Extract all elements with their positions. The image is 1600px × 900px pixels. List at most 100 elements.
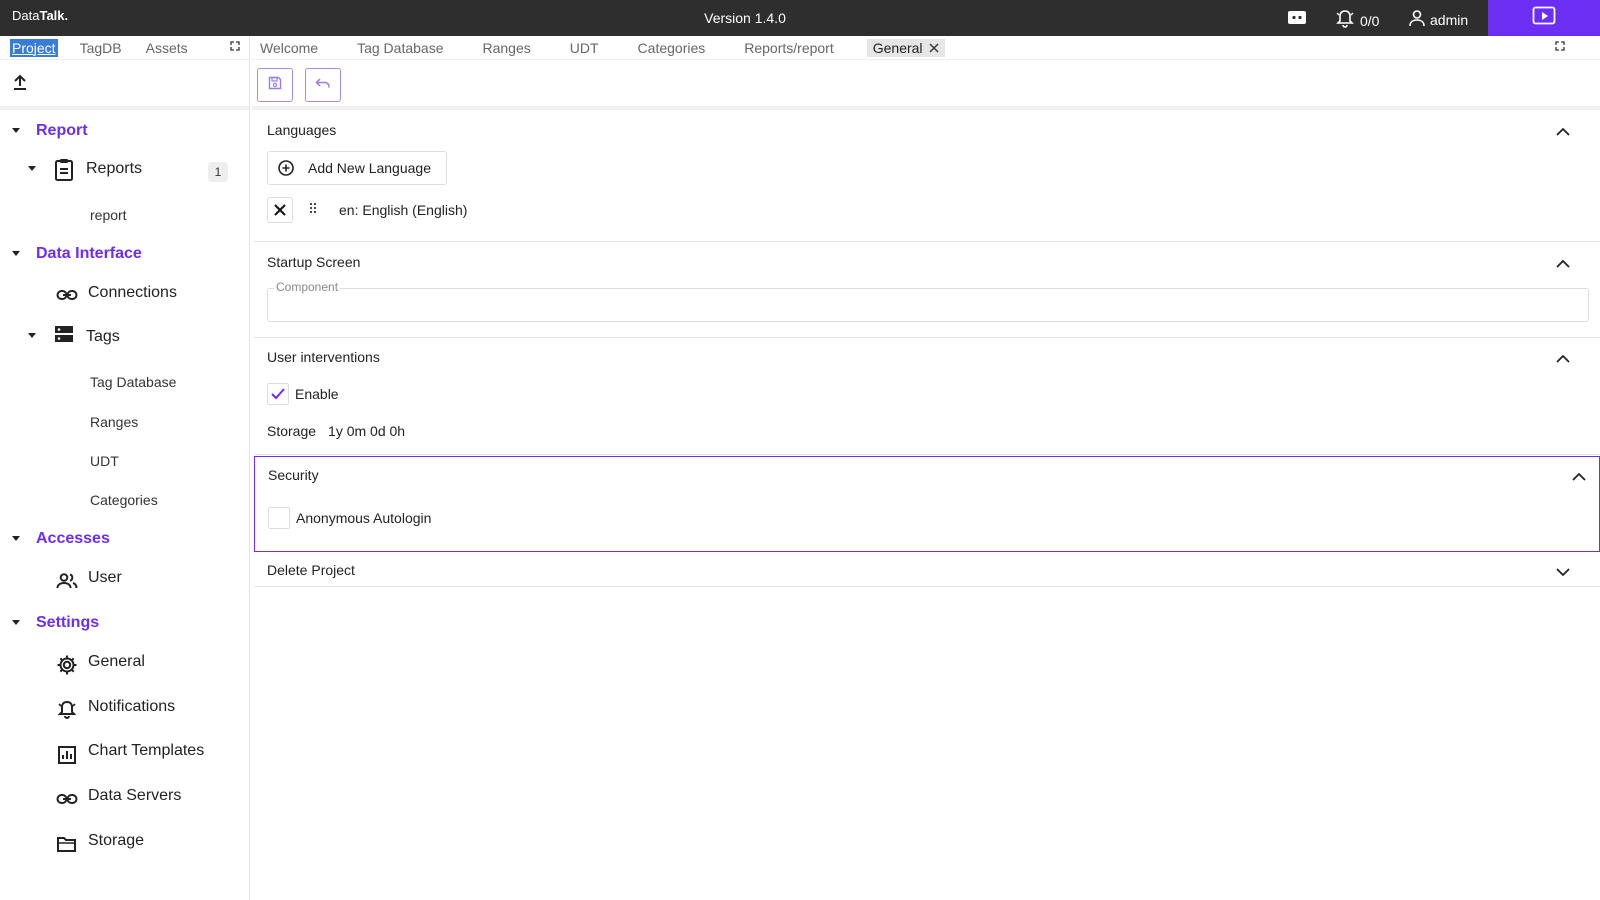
person-icon [1408, 9, 1426, 30]
tab-general[interactable]: General [866, 38, 945, 57]
storage-label: Storage [267, 423, 317, 439]
tree-section-data-interface[interactable]: Data Interface [36, 245, 142, 263]
startup-screen-panel: Startup Screen Component [254, 243, 1600, 338]
delete-project-title[interactable]: Delete Project [267, 562, 355, 578]
folder-icon [56, 835, 78, 858]
tab-welcome[interactable]: Welcome [260, 40, 318, 56]
people-icon [56, 573, 78, 594]
enable-checkbox-row[interactable]: Enable [267, 383, 339, 405]
user-name: admin [1430, 11, 1469, 28]
drag-handle-icon[interactable] [309, 201, 317, 219]
user-interventions-title[interactable]: User interventions [267, 349, 380, 365]
save-icon [268, 76, 282, 95]
chevron-up-icon[interactable] [1572, 469, 1586, 487]
version-label: Version 1.4.0 [704, 10, 786, 26]
expand-icon[interactable] [1554, 39, 1566, 55]
tree-item-storage[interactable]: Storage [88, 832, 144, 850]
expand-caret-icon[interactable] [12, 128, 20, 133]
tree-item-connections[interactable]: Connections [88, 284, 177, 302]
expand-icon[interactable] [229, 39, 241, 55]
tree-leaf-ranges[interactable]: Ranges [90, 414, 138, 430]
link-icon [56, 792, 78, 811]
tree-item-reports[interactable]: Reports [86, 160, 142, 178]
anonymous-autologin-checkbox[interactable] [268, 507, 290, 529]
bell-icon [1334, 9, 1356, 32]
undo-icon [315, 76, 331, 94]
tree-item-chart-templates[interactable]: Chart Templates [88, 742, 204, 760]
sidebar-tabs: Project TagDB Assets [0, 36, 249, 60]
add-language-label: Add New Language [308, 160, 431, 176]
save-button[interactable] [257, 68, 293, 102]
top-bar: DataTalk. Version 1.4.0 0/0 admin [0, 0, 1600, 36]
chevron-up-icon[interactable] [1556, 256, 1570, 274]
expand-caret-icon[interactable] [12, 251, 20, 256]
security-title[interactable]: Security [268, 467, 319, 483]
tab-tagdb[interactable]: TagDB [78, 39, 124, 57]
tree-section-report[interactable]: Report [36, 122, 88, 140]
add-circle-icon [278, 160, 294, 176]
tree-leaf-udt[interactable]: UDT [90, 453, 119, 469]
component-field[interactable]: Component [267, 280, 1589, 322]
component-label: Component [274, 280, 341, 294]
languages-title[interactable]: Languages [267, 122, 336, 138]
tab-assets[interactable]: Assets [144, 39, 190, 57]
link-icon [56, 288, 78, 307]
storage-row: Storage 1y 0m 0d 0h [267, 423, 405, 439]
tree-item-tags[interactable]: Tags [86, 328, 120, 346]
enable-checkbox[interactable] [267, 383, 289, 405]
tree-section-accesses[interactable]: Accesses [36, 530, 110, 548]
expand-caret-icon[interactable] [28, 166, 36, 171]
close-icon[interactable] [929, 40, 939, 56]
startup-screen-title[interactable]: Startup Screen [267, 254, 360, 270]
storage-rack-icon [54, 324, 74, 349]
chat-icon[interactable] [1286, 8, 1308, 33]
chevron-down-icon[interactable] [1556, 564, 1570, 582]
run-button[interactable] [1488, 0, 1600, 36]
expand-caret-icon[interactable] [12, 620, 20, 625]
tab-project[interactable]: Project [10, 38, 58, 57]
alarms-count: 0/0 [1360, 12, 1380, 29]
anonymous-autologin-row[interactable]: Anonymous Autologin [268, 507, 431, 529]
delete-project-panel: Delete Project [254, 552, 1600, 587]
security-panel: Security Anonymous Autologin [254, 456, 1600, 552]
language-row: en: English (English) [267, 197, 467, 223]
tree-item-general[interactable]: General [88, 653, 145, 671]
add-language-button[interactable]: Add New Language [267, 151, 447, 185]
tab-reports-report[interactable]: Reports/report [744, 40, 833, 56]
tree-leaf-categories[interactable]: Categories [90, 492, 158, 508]
expand-caret-icon[interactable] [12, 536, 20, 541]
undo-button[interactable] [305, 68, 341, 102]
project-sidebar: Project TagDB Assets Report Reports 1 re… [0, 36, 250, 900]
tab-tag-database[interactable]: Tag Database [357, 40, 443, 56]
tree-item-notifications[interactable]: Notifications [88, 698, 175, 716]
user-interventions-panel: User interventions Enable Storage 1y 0m … [254, 339, 1600, 455]
play-icon [1532, 6, 1556, 31]
reports-count-badge: 1 [208, 162, 228, 182]
check-icon [271, 388, 285, 400]
expand-caret-icon[interactable] [28, 333, 36, 338]
editor-area: Welcome Tag Database Ranges UDT Categori… [252, 36, 1600, 900]
upload-toolbar [0, 60, 249, 110]
tree-leaf-report[interactable]: report [90, 207, 127, 223]
user-menu[interactable]: admin [1408, 9, 1468, 30]
tab-ranges[interactable]: Ranges [483, 40, 531, 56]
editor-tabs: Welcome Tag Database Ranges UDT Categori… [252, 36, 1600, 60]
remove-language-button[interactable] [267, 197, 293, 223]
storage-value[interactable]: 1y 0m 0d 0h [328, 423, 405, 439]
alarms-indicator[interactable]: 0/0 [1334, 9, 1379, 32]
tree-leaf-tag-database[interactable]: Tag Database [90, 374, 176, 390]
tree-item-data-servers[interactable]: Data Servers [88, 787, 181, 805]
gear-icon [56, 654, 78, 681]
tab-categories[interactable]: Categories [638, 40, 706, 56]
chevron-up-icon[interactable] [1556, 124, 1570, 142]
tree-item-user[interactable]: User [88, 569, 122, 587]
bar-chart-icon [58, 746, 76, 769]
tab-udt[interactable]: UDT [570, 40, 599, 56]
close-icon [274, 204, 286, 216]
anonymous-autologin-label: Anonymous Autologin [296, 510, 432, 526]
upload-icon[interactable] [12, 74, 28, 92]
tree-section-settings[interactable]: Settings [36, 614, 99, 632]
chevron-up-icon[interactable] [1556, 351, 1570, 369]
bell-icon [56, 699, 78, 726]
languages-panel: Languages Add New Language en: English (… [254, 112, 1600, 242]
